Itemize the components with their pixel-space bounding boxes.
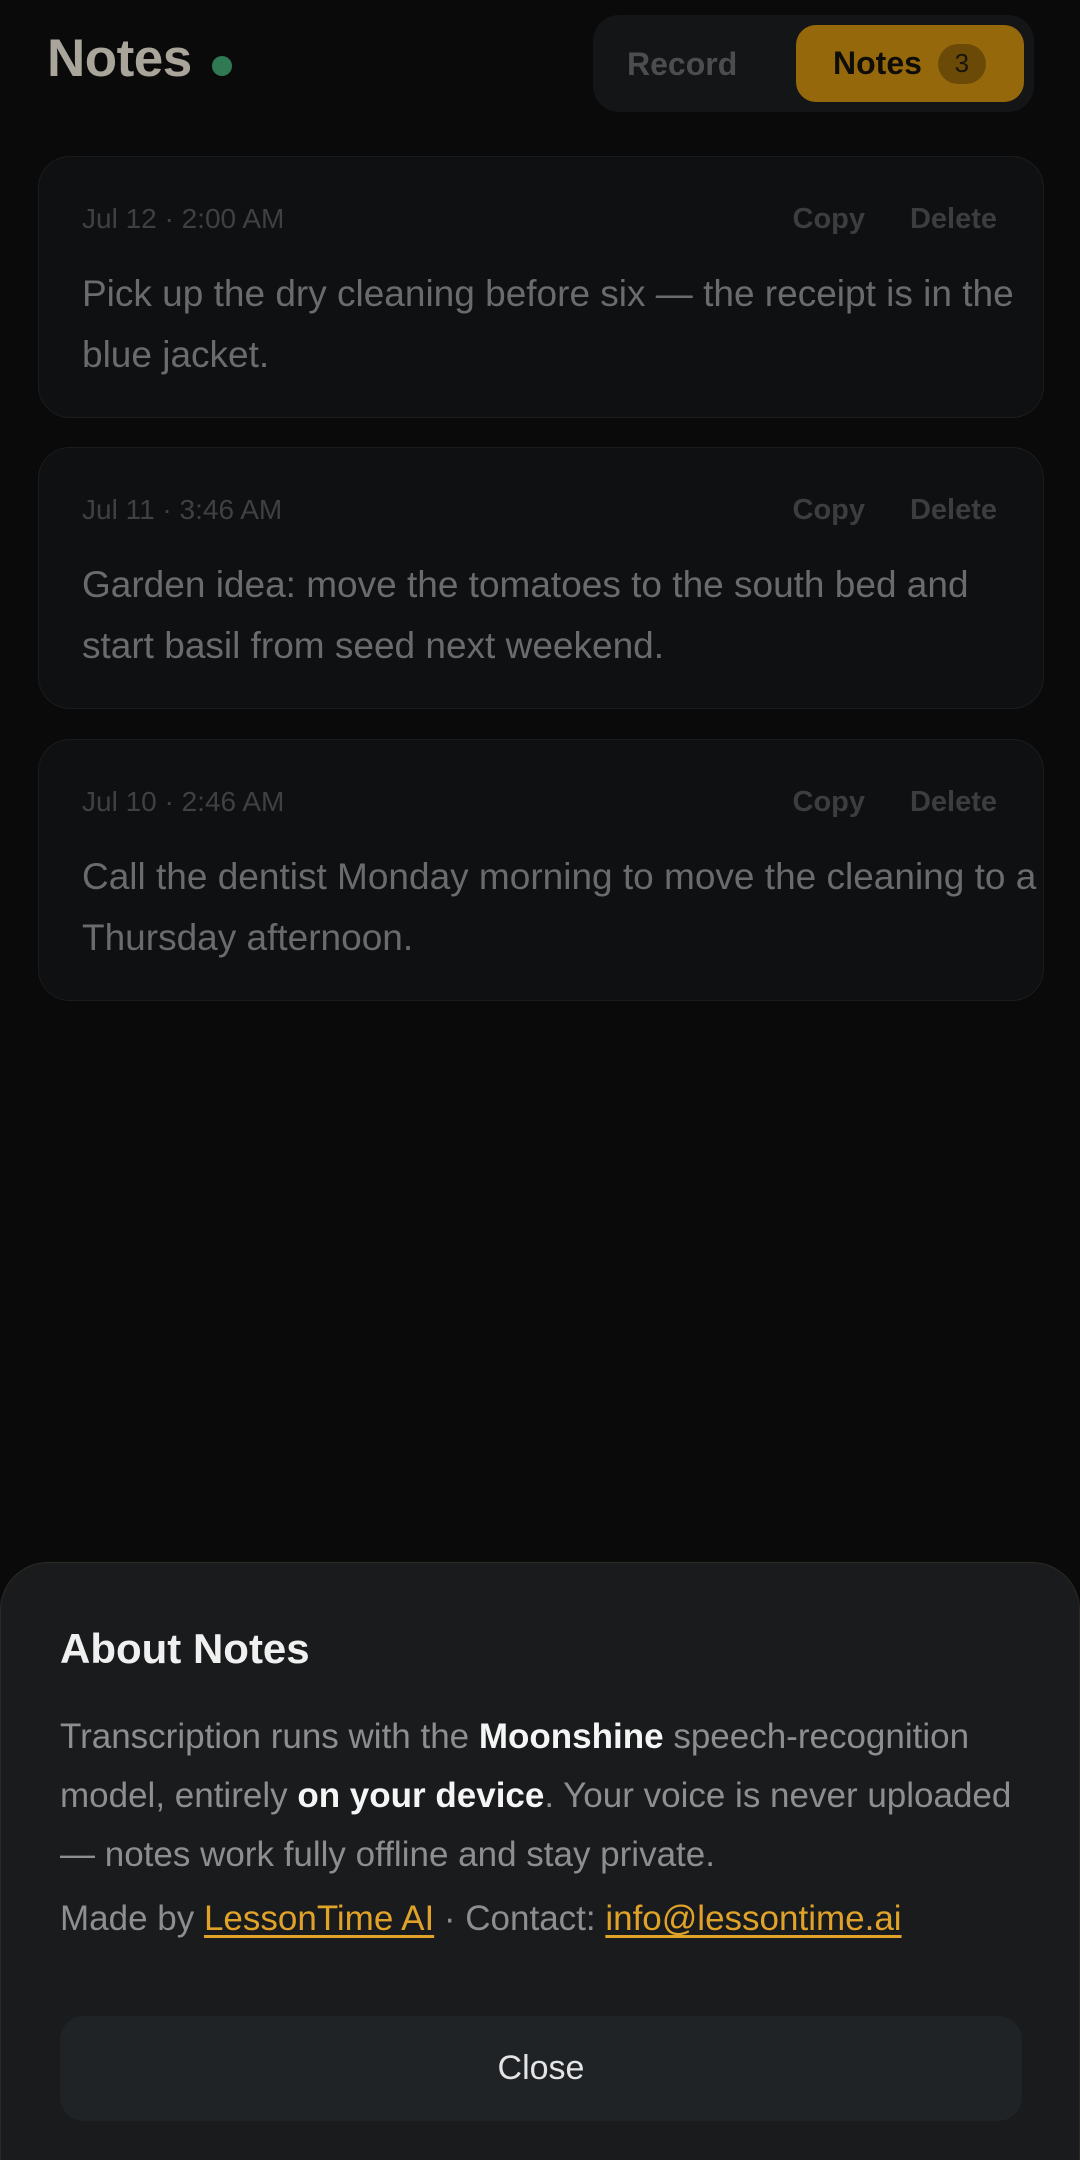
header: Notes Record Notes 3: [0, 0, 1080, 130]
about-description: Transcription runs with the Moonshine sp…: [60, 1707, 1040, 1884]
app-screen: Notes Record Notes 3 Jul 12 · 2:00 AM Co…: [0, 0, 1080, 2160]
status-dot-icon: [211, 55, 232, 76]
note-card: Jul 10 · 2:46 AM Copy Delete Call the de…: [38, 739, 1044, 1001]
copy-button[interactable]: Copy: [793, 494, 866, 527]
title-group: Notes: [47, 28, 232, 89]
note-text: Garden idea: move the tomatoes to the so…: [82, 564, 969, 666]
note-timestamp: Jul 10 · 2:46 AM: [82, 786, 285, 817]
tab-record[interactable]: Record: [627, 39, 737, 89]
tab-notes-label: Notes: [833, 45, 922, 81]
copy-button[interactable]: Copy: [793, 786, 866, 819]
about-title: About Notes: [60, 1625, 310, 1672]
close-button[interactable]: Close: [60, 2016, 1022, 2121]
about-sheet: About Notes Transcription runs with the …: [0, 1562, 1080, 2160]
email-link[interactable]: info@lessontime.ai: [605, 1899, 901, 1938]
delete-button[interactable]: Delete: [910, 786, 997, 819]
note-timestamp: Jul 11 · 3:46 AM: [82, 494, 283, 525]
company-link[interactable]: LessonTime AI: [204, 1899, 434, 1938]
delete-button[interactable]: Delete: [910, 494, 997, 527]
about-text-part: Transcription runs with the: [60, 1717, 479, 1756]
note-text: Pick up the dry cleaning before six — th…: [82, 273, 1014, 375]
tab-notes[interactable]: Notes 3: [796, 25, 1024, 102]
note-text: Call the dentist Monday morning to move …: [82, 856, 1037, 958]
notes-count-badge: 3: [937, 43, 986, 84]
copy-button[interactable]: Copy: [793, 203, 866, 236]
note-timestamp: Jul 12 · 2:00 AM: [82, 203, 285, 234]
page-title: Notes: [47, 29, 192, 88]
view-switcher: Record Notes 3: [593, 15, 1034, 112]
note-card: Jul 11 · 3:46 AM Copy Delete Garden idea…: [38, 447, 1044, 709]
credits-line: Made by LessonTime AI · Contact: info@le…: [60, 1894, 902, 1944]
delete-button[interactable]: Delete: [910, 203, 997, 236]
note-card: Jul 12 · 2:00 AM Copy Delete Pick up the…: [38, 156, 1044, 418]
model-name: Moonshine: [478, 1717, 664, 1756]
on-device-emphasis: on your device: [297, 1776, 545, 1815]
contact-label: · Contact:: [434, 1899, 606, 1938]
made-by-label: Made by: [60, 1899, 204, 1938]
